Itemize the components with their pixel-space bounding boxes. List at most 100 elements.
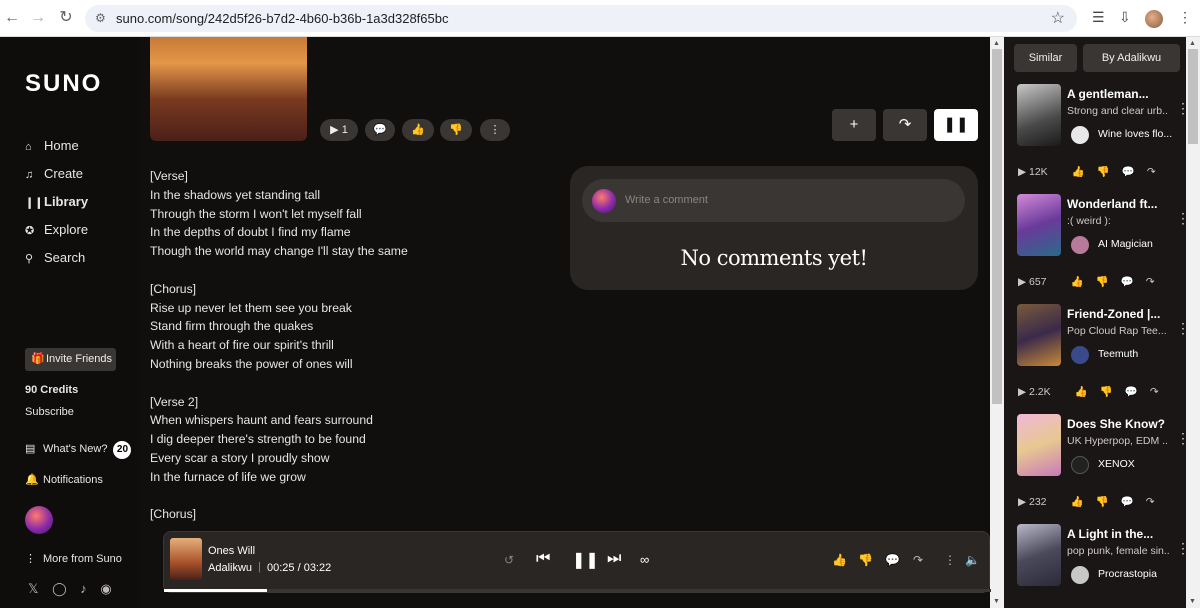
play-count[interactable]: ▶ 2.2K — [1018, 386, 1063, 398]
invite-friends-button[interactable]: 🎁 Invite Friends — [25, 348, 116, 371]
user-avatar[interactable] — [1071, 126, 1089, 144]
tab-similar[interactable]: Similar — [1014, 44, 1077, 72]
song-thumbnail[interactable] — [1017, 414, 1061, 476]
tab-by-artist[interactable]: By Adalikwu — [1083, 44, 1180, 72]
comment-icon[interactable]: 💬 — [1125, 385, 1138, 398]
comment-placeholder[interactable]: Write a comment — [625, 194, 708, 206]
more-from-suno-button[interactable]: ⋮ More from Suno — [25, 552, 122, 565]
next-track-icon[interactable]: ⏭ — [607, 550, 621, 568]
thumbs-up-icon[interactable]: 👍 — [1072, 165, 1085, 178]
like-button[interactable]: 👍 — [402, 119, 434, 141]
volume-icon[interactable]: 🔈 — [965, 553, 980, 567]
reload-icon[interactable]: ↻ — [56, 8, 76, 28]
reading-list-icon[interactable]: ☰ — [1092, 9, 1105, 26]
dislike-button[interactable]: 👎 — [440, 119, 472, 141]
thumbs-down-icon[interactable]: 👎 — [858, 553, 873, 567]
play-count-button[interactable]: ▶ 1 — [320, 119, 358, 141]
nav-search[interactable]: ⚲ Search — [25, 249, 85, 267]
song-thumbnail[interactable] — [1017, 524, 1061, 586]
nav-explore[interactable]: ✪ Explore — [25, 221, 88, 239]
share-icon[interactable]: ↷ — [913, 553, 923, 567]
scroll-up-arrow[interactable]: ▲ — [1189, 40, 1196, 47]
thumbs-up-icon[interactable]: 👍 — [1071, 495, 1084, 508]
site-info-icon[interactable]: ⚙ — [95, 11, 106, 25]
user-avatar[interactable] — [1071, 456, 1089, 474]
thumbs-up-icon[interactable]: 👍 — [1075, 385, 1088, 398]
share-icon[interactable]: ↷ — [1146, 276, 1155, 288]
bookmark-star-icon[interactable]: ☆ — [1051, 8, 1065, 28]
infinite-loop-icon[interactable]: ∞ — [640, 552, 649, 567]
song-thumbnail[interactable] — [1017, 84, 1061, 146]
thumbs-up-icon[interactable]: 👍 — [832, 553, 847, 567]
more-options-button[interactable]: ⋮ — [480, 119, 510, 141]
user-avatar[interactable] — [1071, 236, 1089, 254]
nav-home[interactable]: ⌂ Home — [25, 137, 79, 155]
comment-icon[interactable]: 💬 — [885, 553, 900, 567]
panel-scrollbar-thumb[interactable] — [1188, 49, 1198, 144]
subscribe-link[interactable]: Subscribe — [25, 406, 74, 418]
comment-input[interactable]: Write a comment — [582, 179, 965, 222]
play-count[interactable]: ▶ 657 — [1018, 276, 1059, 288]
song-thumbnail[interactable] — [1017, 304, 1061, 366]
url-text[interactable]: suno.com/song/242d5f26-b7d2-4b60-b36b-1a… — [116, 11, 448, 26]
song-title[interactable]: A Light in the... — [1067, 527, 1177, 541]
player-song-title[interactable]: Ones Will — [208, 545, 255, 557]
nav-create[interactable]: ♫ Create — [25, 165, 83, 183]
pause-icon[interactable]: ❚❚ — [572, 550, 599, 570]
tiktok-icon[interactable]: ♪ — [80, 581, 87, 596]
song-title[interactable]: Does She Know? — [1067, 417, 1177, 431]
play-count[interactable]: ▶ 12K — [1018, 166, 1060, 178]
nav-library[interactable]: ❙❙Library — [25, 193, 88, 211]
comment-icon[interactable]: 💬 — [1121, 495, 1134, 508]
song-thumbnail[interactable] — [1017, 194, 1061, 256]
thumbs-down-icon[interactable]: 👎 — [1096, 275, 1109, 288]
song-user[interactable]: Procrastopia — [1098, 568, 1178, 580]
song-user[interactable]: AI Magician — [1098, 238, 1178, 250]
song-user[interactable]: Teemuth — [1098, 348, 1178, 360]
user-avatar[interactable] — [25, 506, 53, 534]
thumbs-up-icon[interactable]: 👍 — [1071, 275, 1084, 288]
share-icon[interactable]: ↷ — [1150, 386, 1159, 398]
progress-track[interactable] — [164, 589, 991, 592]
whats-new-button[interactable]: ▤ What's New? 20 — [25, 441, 132, 459]
repeat-icon[interactable]: ↺ — [504, 553, 514, 567]
download-icon[interactable]: ⇩ — [1119, 9, 1131, 26]
pause-button[interactable]: ❚❚ — [934, 109, 978, 141]
song-title[interactable]: A gentleman... — [1067, 87, 1177, 101]
kebab-icon[interactable]: ⋮ — [944, 553, 956, 567]
thumbs-down-icon[interactable]: 👎 — [1096, 495, 1109, 508]
notifications-button[interactable]: 🔔 Notifications — [25, 473, 103, 486]
back-icon[interactable]: ← — [2, 8, 22, 28]
song-title[interactable]: Friend-Zoned |... — [1067, 307, 1177, 321]
thumbs-down-icon[interactable]: 👎 — [1097, 165, 1110, 178]
play-count[interactable]: ▶ 232 — [1018, 496, 1059, 508]
thumbs-down-icon[interactable]: 👎 — [1100, 385, 1113, 398]
share-button[interactable]: ↷ — [883, 109, 927, 141]
song-user[interactable]: XENOX — [1098, 458, 1178, 470]
user-avatar[interactable] — [1071, 566, 1089, 584]
scroll-up-arrow[interactable]: ▲ — [993, 40, 1000, 47]
address-bar[interactable]: ⚙ suno.com/song/242d5f26-b7d2-4b60-b36b-… — [85, 5, 1077, 32]
previous-track-icon[interactable]: ⏮ — [536, 550, 550, 568]
player-artist[interactable]: Adalikwu — [208, 562, 252, 574]
main-scrollbar-thumb[interactable] — [992, 49, 1002, 404]
share-icon[interactable]: ↷ — [1147, 166, 1156, 178]
discord-icon[interactable]: ◉ — [100, 581, 111, 596]
song-title[interactable]: Wonderland ft... — [1067, 197, 1177, 211]
user-avatar[interactable] — [1071, 346, 1089, 364]
player-cover-art[interactable] — [170, 538, 202, 580]
scroll-down-arrow[interactable]: ▼ — [1189, 598, 1196, 605]
x-twitter-icon[interactable]: 𝕏 — [28, 581, 38, 596]
comment-icon[interactable]: 💬 — [1121, 275, 1134, 288]
suno-logo[interactable]: SUNO — [25, 70, 102, 98]
comment-icon[interactable]: 💬 — [1122, 165, 1135, 178]
profile-avatar[interactable] — [1145, 10, 1163, 28]
forward-icon[interactable]: → — [28, 8, 48, 28]
song-user[interactable]: Wine loves flo... — [1098, 128, 1178, 140]
comment-button[interactable]: 💬 — [365, 119, 395, 141]
share-icon[interactable]: ↷ — [1146, 496, 1155, 508]
scroll-down-arrow[interactable]: ▼ — [993, 598, 1000, 605]
add-to-playlist-button[interactable]: + — [832, 109, 876, 141]
instagram-icon[interactable]: ◯ — [52, 581, 67, 596]
menu-kebab-icon[interactable]: ⋮ — [1178, 9, 1192, 26]
